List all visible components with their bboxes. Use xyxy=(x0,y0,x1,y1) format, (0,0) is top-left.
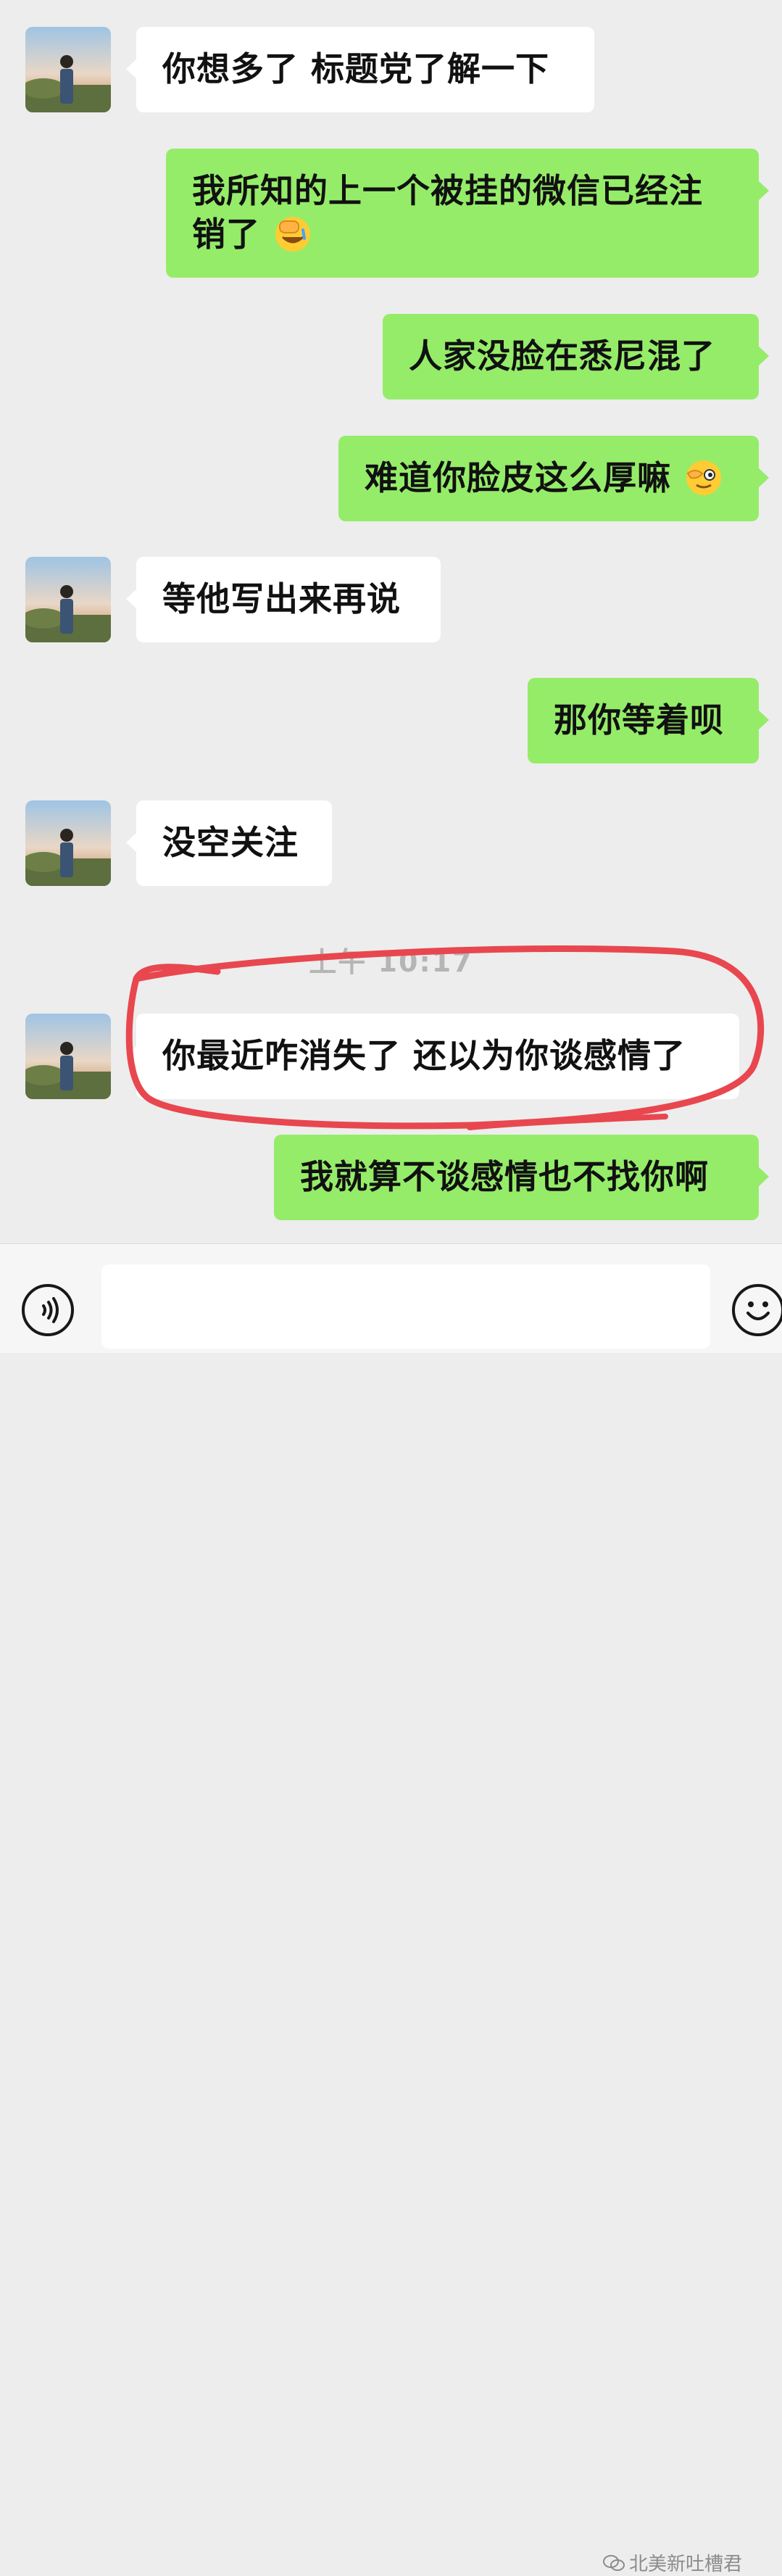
chat-area: 你想多了 标题党了解一下 我所知的上一个被挂的微信已经注销了 人家没脸在悉尼混了… xyxy=(0,0,782,1243)
message-bubble-outgoing[interactable]: 我就算不谈感情也不找你啊 xyxy=(274,1135,769,1220)
timestamp: 上午 10:17 xyxy=(309,946,473,978)
voice-icon[interactable] xyxy=(22,1284,74,1336)
contact-avatar[interactable] xyxy=(25,27,111,112)
wechat-logo-icon xyxy=(603,2554,625,2571)
message-text: 等他写出来再说 xyxy=(162,579,401,618)
message-bubble-incoming[interactable]: 你想多了 标题党了解一下 xyxy=(126,27,594,112)
message-bubble-outgoing[interactable]: 那你等着呗 xyxy=(528,678,769,763)
message-bubble-outgoing[interactable]: 难道你脸皮这么厚嘛 xyxy=(338,436,769,521)
message-text: 人家没脸在悉尼混了 xyxy=(409,336,715,376)
message-text: 你想多了 标题党了解一下 xyxy=(162,49,550,88)
message-bubble-outgoing[interactable]: 我所知的上一个被挂的微信已经注销了 xyxy=(166,149,769,278)
message-bubble-incoming[interactable]: 没空关注 xyxy=(126,800,332,886)
facepalm-crying-emoji-icon xyxy=(274,215,312,253)
message-bubble-incoming[interactable]: 等他写出来再说 xyxy=(126,557,441,642)
message-text: 没空关注 xyxy=(162,823,299,862)
message-text: 那你等着呗 xyxy=(554,700,724,740)
message-text: 我所知的上一个被挂的微信已经注销了 xyxy=(192,171,703,254)
watermark: 北美新吐槽君 xyxy=(603,2549,742,2576)
message-bubble-outgoing[interactable]: 人家没脸在悉尼混了 xyxy=(383,314,769,399)
message-text: 我就算不谈感情也不找你啊 xyxy=(300,1157,709,1196)
message-text: 难道你脸皮这么厚嘛 xyxy=(365,458,671,497)
message-input[interactable] xyxy=(101,1264,710,1349)
smiley-icon[interactable] xyxy=(732,1284,782,1336)
message-text: 你最近咋消失了 还以为你谈感情了 xyxy=(162,1036,686,1075)
input-bar: 北美新吐槽君 xyxy=(0,1243,782,2575)
contact-avatar[interactable] xyxy=(25,800,111,886)
contact-avatar[interactable] xyxy=(25,557,111,642)
message-bubble-incoming[interactable]: 你最近咋消失了 还以为你谈感情了 xyxy=(126,1014,739,1099)
contact-avatar[interactable] xyxy=(25,1014,111,1099)
watermark-text: 北美新吐槽君 xyxy=(629,2554,743,2575)
wink-hand-emoji-icon xyxy=(685,459,723,497)
